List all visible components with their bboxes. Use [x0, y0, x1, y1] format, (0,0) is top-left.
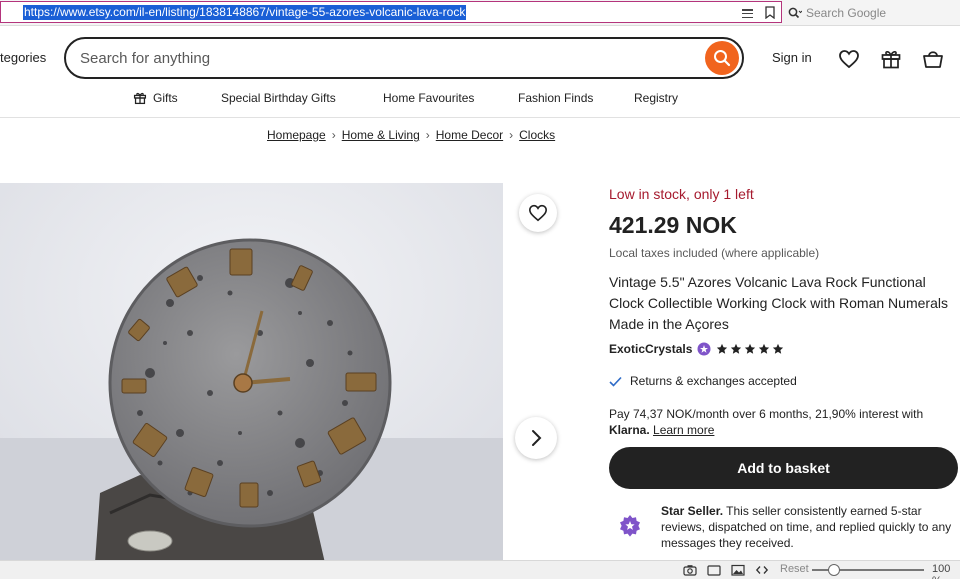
- checkmark-icon: [609, 376, 622, 387]
- klarna-learn-more-link[interactable]: Learn more: [653, 423, 714, 437]
- chevron-right-icon: [532, 430, 542, 446]
- lava-clock-photo: [0, 183, 503, 563]
- heart-icon: [528, 204, 548, 222]
- nav-item-fashion-finds[interactable]: Fashion Finds: [518, 91, 593, 105]
- bookmark-icon[interactable]: [765, 6, 775, 19]
- next-image-button[interactable]: [515, 417, 557, 459]
- search-icon: [788, 7, 802, 19]
- star-icon: [731, 343, 742, 354]
- price: 421.29 NOK: [609, 212, 737, 238]
- rating-stars[interactable]: [716, 343, 784, 355]
- chevron-right-icon: ›: [509, 128, 514, 142]
- shop-name-link[interactable]: ExoticCrystals: [609, 342, 692, 356]
- browser-toolbar: https://www.etsy.com/il-en/listing/18381…: [0, 0, 960, 26]
- address-bar[interactable]: https://www.etsy.com/il-en/listing/18381…: [0, 1, 782, 23]
- klarna-financing: Pay 74,37 NOK/month over 6 months, 21,90…: [609, 406, 960, 438]
- star-icon: [717, 343, 728, 354]
- nav-item-label: Fashion Finds: [518, 91, 594, 105]
- nav-item-registry[interactable]: Registry: [634, 91, 678, 105]
- favourite-button[interactable]: [519, 194, 557, 232]
- returns-text: Returns & exchanges accepted: [630, 374, 797, 388]
- star-seller-title: Star Seller.: [661, 504, 724, 518]
- search-bar[interactable]: [64, 37, 744, 79]
- reader-view-icon[interactable]: [742, 9, 753, 18]
- product-title: Vintage 5.5" Azores Volcanic Lava Rock F…: [609, 274, 948, 332]
- star-icon: [745, 343, 756, 354]
- zoom-level: 100 %: [932, 563, 951, 579]
- url-text[interactable]: https://www.etsy.com/il-en/listing/18381…: [23, 5, 467, 20]
- star-icon: [773, 343, 784, 354]
- product-image[interactable]: [0, 183, 503, 563]
- browser-status-bar: Reset 100 %: [0, 560, 960, 579]
- sign-in-link[interactable]: Sign in: [772, 50, 812, 65]
- browser-search-box[interactable]: Search Google: [788, 3, 960, 23]
- heart-icon[interactable]: [838, 48, 860, 70]
- zoom-slider-thumb[interactable]: [828, 564, 840, 576]
- nav-item-label: Home Favourites: [383, 91, 475, 105]
- breadcrumb-link-home-decor[interactable]: Home Decor: [436, 128, 503, 142]
- basket-icon[interactable]: [922, 48, 944, 70]
- klarna-text: Pay 74,37 NOK/month over 6 months, 21,90…: [609, 407, 924, 421]
- nav-item-label: Gifts: [153, 91, 178, 105]
- browser-search-placeholder: Search Google: [806, 6, 887, 20]
- breadcrumb: Homepage › Home & Living › Home Decor › …: [267, 128, 555, 142]
- nav-item-gifts[interactable]: Gifts: [133, 91, 178, 105]
- shop-row: ExoticCrystals: [609, 342, 784, 356]
- star-seller-badge-icon: [620, 515, 640, 537]
- returns-policy: Returns & exchanges accepted: [609, 374, 797, 388]
- categories-button[interactable]: tegories: [0, 50, 46, 65]
- gift-icon[interactable]: [880, 48, 902, 70]
- zoom-reset-button[interactable]: Reset: [780, 563, 809, 575]
- site-header: tegories Sign in: [0, 26, 960, 90]
- breadcrumb-link-clocks[interactable]: Clocks: [519, 128, 555, 142]
- image-icon[interactable]: [731, 564, 745, 576]
- code-icon[interactable]: [755, 564, 769, 576]
- search-icon: [714, 50, 731, 67]
- star-seller-badge-icon: [697, 342, 711, 356]
- nav-item-home-favourites[interactable]: Home Favourites: [383, 91, 474, 105]
- breadcrumb-link-homepage[interactable]: Homepage: [267, 128, 326, 142]
- taxes-note: Local taxes included (where applicable): [609, 246, 820, 260]
- stock-notice: Low in stock, only 1 left: [609, 186, 754, 202]
- add-to-basket-button[interactable]: Add to basket: [609, 447, 958, 489]
- search-input[interactable]: [80, 47, 680, 69]
- window-icon[interactable]: [707, 564, 721, 576]
- nav-item-special-birthday-gifts[interactable]: Special Birthday Gifts: [221, 91, 336, 105]
- chevron-right-icon: ›: [425, 128, 430, 142]
- nav-item-label: Special Birthday Gifts: [221, 91, 336, 105]
- nav-item-label: Registry: [634, 91, 679, 105]
- star-icon: [759, 343, 770, 354]
- gift-icon: [133, 92, 147, 105]
- chevron-right-icon: ›: [331, 128, 336, 142]
- breadcrumb-link-home-living[interactable]: Home & Living: [342, 128, 420, 142]
- camera-icon[interactable]: [683, 564, 697, 576]
- category-nav: Gifts Special Birthday Gifts Home Favour…: [0, 90, 960, 118]
- search-button[interactable]: [705, 41, 739, 75]
- klarna-logo: Klarna.: [609, 423, 650, 437]
